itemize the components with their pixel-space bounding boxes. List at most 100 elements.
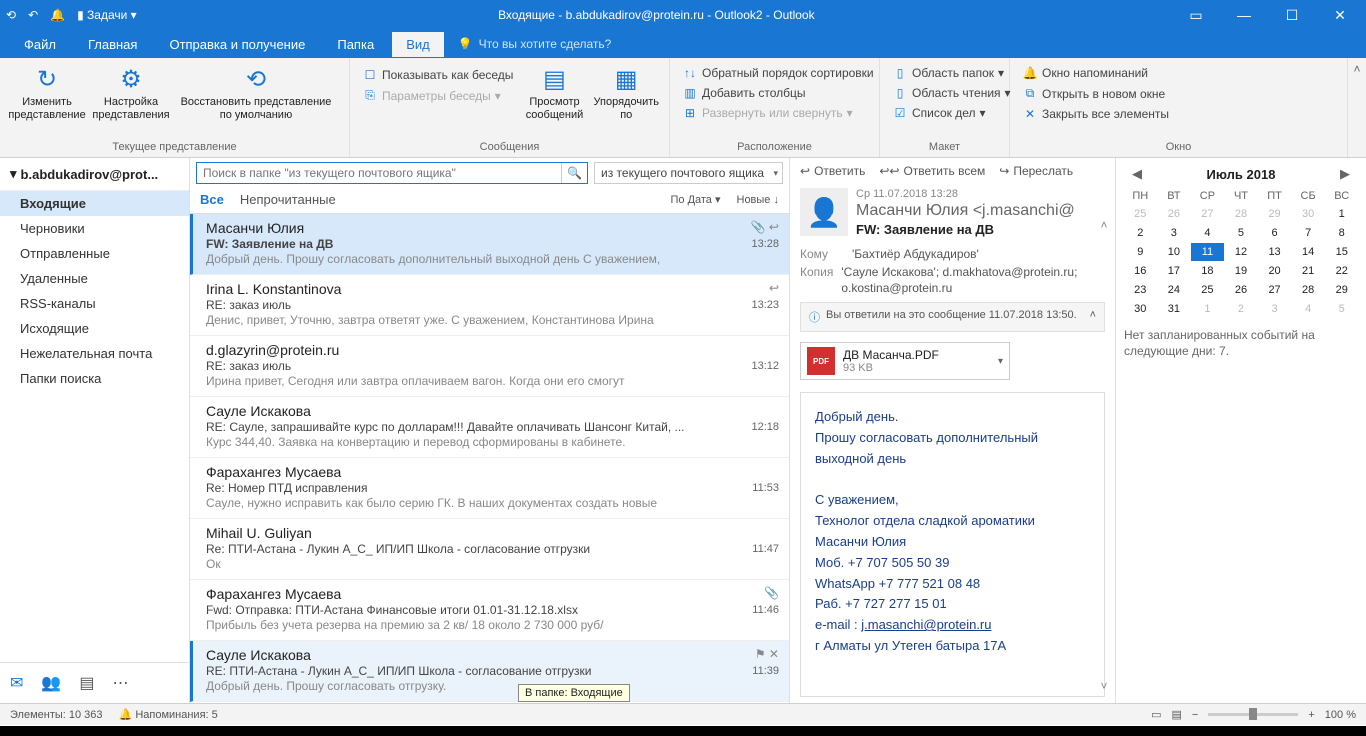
search-icon[interactable]: 🔍 — [561, 163, 587, 183]
tab-file[interactable]: Файл — [10, 32, 70, 57]
cal-day[interactable]: 25 — [1191, 281, 1224, 299]
cal-day[interactable]: 10 — [1158, 243, 1191, 261]
cal-prev-icon[interactable]: ◀ — [1128, 166, 1146, 182]
close-icon[interactable]: ✕ — [1320, 7, 1360, 24]
attachment-dropdown-icon[interactable]: ▾ — [998, 356, 1003, 367]
cal-day[interactable]: 24 — [1158, 281, 1191, 299]
cal-day[interactable]: 22 — [1325, 262, 1358, 280]
cal-day[interactable]: 20 — [1258, 262, 1291, 280]
cal-day[interactable]: 26 — [1158, 205, 1191, 223]
view-reading-icon[interactable]: ▤ — [1172, 708, 1182, 721]
cal-day[interactable]: 13 — [1258, 243, 1291, 261]
filter-unread[interactable]: Непрочитанные — [240, 192, 336, 207]
reply-button[interactable]: ↩ Ответить — [800, 164, 865, 178]
cal-day[interactable]: 16 — [1124, 262, 1157, 280]
change-view-button[interactable]: ↻Изменить представление — [8, 62, 86, 124]
reading-pane[interactable]: ▯Область чтения ▾ — [888, 84, 1015, 102]
tell-me[interactable]: 💡Что вы хотите сделать? — [458, 37, 612, 51]
cal-day[interactable]: 28 — [1292, 281, 1325, 299]
mail-item[interactable]: d.glazyrin@protein.ru RE: заказ июль Ири… — [190, 336, 789, 397]
cal-day[interactable]: 31 — [1158, 300, 1191, 318]
maximize-icon[interactable]: ☐ — [1272, 7, 1312, 24]
cal-day[interactable]: 12 — [1225, 243, 1258, 261]
mail-item[interactable]: 📎 ↩ Масанчи Юлия FW: Заявление на ДВ Доб… — [190, 214, 789, 275]
cal-day[interactable]: 25 — [1124, 205, 1157, 223]
cal-day[interactable]: 9 — [1124, 243, 1157, 261]
cal-day[interactable]: 3 — [1158, 224, 1191, 242]
search-box[interactable]: 🔍 — [196, 162, 588, 184]
cal-day[interactable]: 5 — [1325, 300, 1358, 318]
qat-bell-icon[interactable]: 🔔 — [50, 8, 65, 22]
message-preview-button[interactable]: ▤Просмотр сообщений — [523, 62, 585, 124]
view-normal-icon[interactable]: ▭ — [1151, 708, 1161, 721]
cal-day[interactable]: 21 — [1292, 262, 1325, 280]
more-icon[interactable]: ⋯ — [112, 673, 128, 693]
folder-Отправленные[interactable]: Отправленные — [0, 241, 189, 266]
qat-tasks[interactable]: ▮ Задачи ▾ — [77, 8, 137, 22]
attachment[interactable]: PDF ДВ Масанча.PDF93 KB ▾ — [800, 342, 1010, 380]
cal-day[interactable]: 1 — [1325, 205, 1358, 223]
cal-day[interactable]: 28 — [1225, 205, 1258, 223]
folder-RSS-каналы[interactable]: RSS-каналы — [0, 291, 189, 316]
mail-item[interactable]: Mihail U. Guliyan Re: ПТИ-Астана - Лукин… — [190, 519, 789, 580]
cal-day[interactable]: 29 — [1325, 281, 1358, 299]
info-expand-icon[interactable]: ˄ — [1090, 309, 1096, 321]
reply-all-button[interactable]: ↩↩ Ответить всем — [879, 164, 985, 178]
next-item-icon[interactable]: ˅ — [1100, 679, 1107, 693]
search-input[interactable] — [197, 163, 561, 183]
minimize-icon[interactable]: — — [1224, 7, 1264, 24]
cal-day[interactable]: 1 — [1191, 300, 1224, 318]
folder-Папки поиска[interactable]: Папки поиска — [0, 366, 189, 391]
show-as-conversation[interactable]: ☐Показывать как беседы — [358, 66, 517, 84]
cal-day[interactable]: 30 — [1292, 205, 1325, 223]
cal-day[interactable]: 7 — [1292, 224, 1325, 242]
cal-day[interactable]: 15 — [1325, 243, 1358, 261]
tab-sendrecv[interactable]: Отправка и получение — [155, 32, 319, 57]
cal-next-icon[interactable]: ▶ — [1336, 166, 1354, 182]
filter-all[interactable]: Все — [200, 192, 224, 207]
close-all[interactable]: ✕Закрыть все элементы — [1018, 105, 1173, 123]
mail-item[interactable]: ⚑ ✕ Сауле Искакова RE: ПТИ-Астана - Луки… — [190, 641, 789, 702]
folder-Удаленные[interactable]: Удаленные — [0, 266, 189, 291]
zoom-slider[interactable] — [1208, 713, 1298, 716]
cal-day[interactable]: 17 — [1158, 262, 1191, 280]
view-settings-button[interactable]: ⚙Настройка представления — [92, 62, 170, 124]
qat-sendrecv-icon[interactable]: ⟲ — [6, 8, 16, 22]
mail-icon[interactable]: ✉ — [10, 673, 23, 693]
forward-button[interactable]: ↪ Переслать — [999, 164, 1073, 178]
status-reminders[interactable]: 🔔 Напоминания: 5 — [119, 708, 218, 721]
mail-item[interactable]: Сауле Искакова RE: Сауле, запрашивайте к… — [190, 397, 789, 458]
cal-day[interactable]: 26 — [1225, 281, 1258, 299]
tab-view[interactable]: Вид — [392, 32, 444, 57]
folder-Черновики[interactable]: Черновики — [0, 216, 189, 241]
folder-pane[interactable]: ▯Область папок ▾ — [888, 64, 1015, 82]
cal-day[interactable]: 5 — [1225, 224, 1258, 242]
cal-day[interactable]: 2 — [1124, 224, 1157, 242]
tab-folder[interactable]: Папка — [323, 32, 388, 57]
arrange-by-button[interactable]: ▦Упорядочить по — [592, 62, 661, 124]
tab-home[interactable]: Главная — [74, 32, 151, 57]
cal-day[interactable]: 27 — [1258, 281, 1291, 299]
people-icon[interactable]: 👥 — [41, 673, 61, 693]
cal-day[interactable]: 6 — [1258, 224, 1291, 242]
cal-day[interactable]: 18 — [1191, 262, 1224, 280]
cal-day[interactable]: 27 — [1191, 205, 1224, 223]
cal-day[interactable]: 30 — [1124, 300, 1157, 318]
tasks-icon[interactable]: ▤ — [79, 673, 94, 693]
zoom-in-icon[interactable]: + — [1308, 709, 1314, 721]
folder-Исходящие[interactable]: Исходящие — [0, 316, 189, 341]
reverse-sort[interactable]: ↑↓Обратный порядок сортировки — [678, 64, 878, 82]
cal-day[interactable]: 4 — [1292, 300, 1325, 318]
zoom-out-icon[interactable]: − — [1192, 709, 1198, 721]
folder-Нежелательная почта[interactable]: Нежелательная почта — [0, 341, 189, 366]
sort-newest[interactable]: Новые ↓ — [737, 194, 780, 206]
mail-item[interactable]: 📎 Фарахангез Мусаева Fwd: Отправка: ПТИ-… — [190, 580, 789, 641]
collapse-ribbon-icon[interactable]: ˄ — [1348, 58, 1366, 157]
message-list[interactable]: 📎 ↩ Масанчи Юлия FW: Заявление на ДВ Доб… — [190, 214, 789, 703]
cal-day[interactable]: 29 — [1258, 205, 1291, 223]
reminders-window[interactable]: 🔔Окно напоминаний — [1018, 64, 1173, 82]
qat-undo-icon[interactable]: ↶ — [28, 8, 38, 22]
prev-item-icon[interactable]: ˄ — [1100, 218, 1107, 232]
open-new-window[interactable]: ⧉Открыть в новом окне — [1018, 84, 1173, 103]
account-header[interactable]: ▾b.abdukadirov@prot... — [0, 158, 189, 191]
